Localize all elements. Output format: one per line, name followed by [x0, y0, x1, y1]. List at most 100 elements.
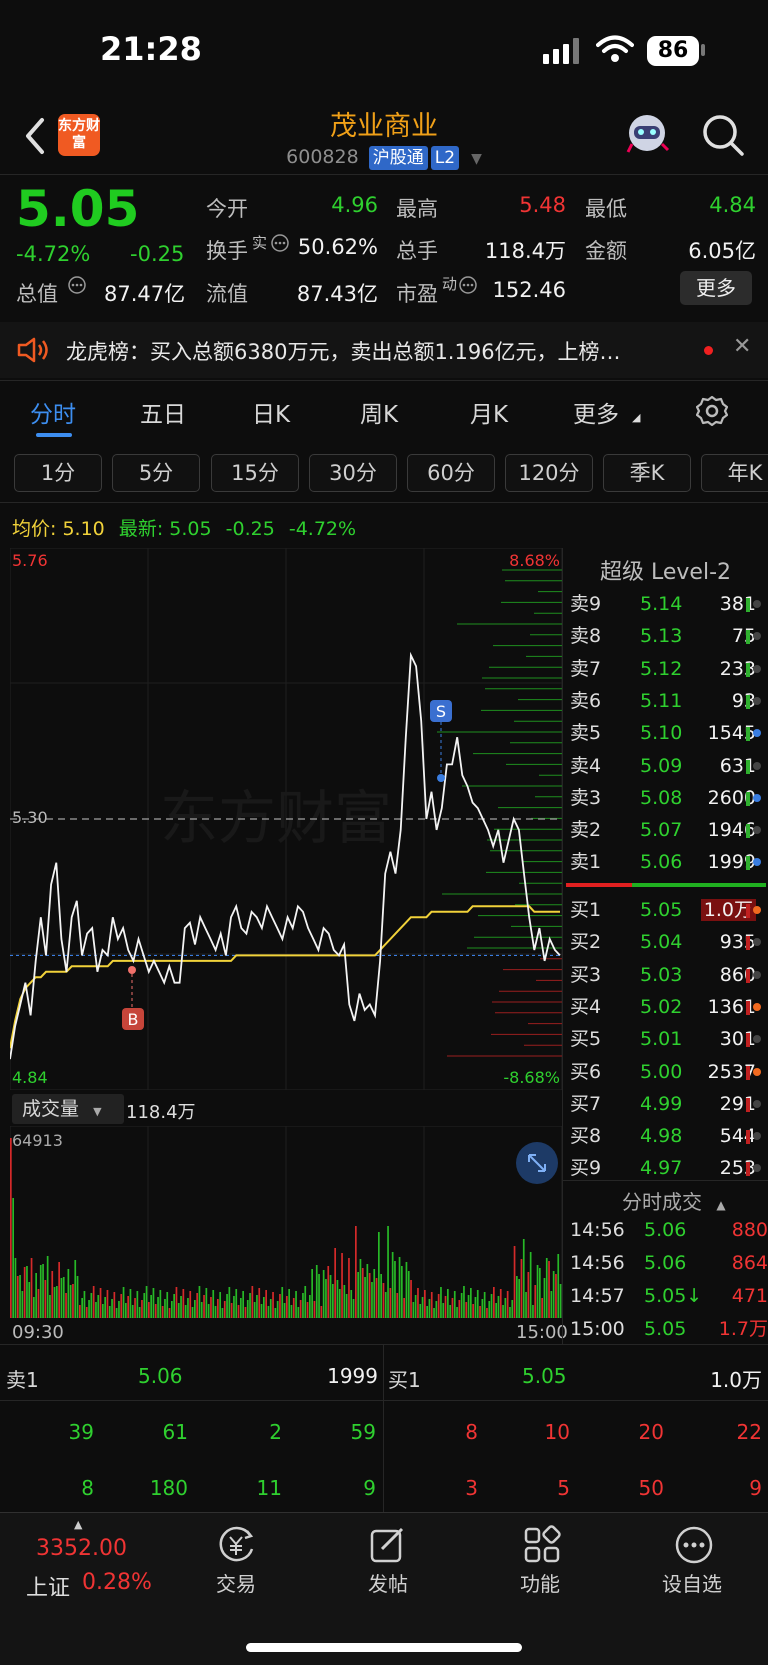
- volume-bar: [534, 1285, 537, 1318]
- volume-bar: [472, 1304, 474, 1318]
- volume-bar: [258, 1288, 261, 1318]
- volume-bar: [180, 1296, 182, 1318]
- robot-assistant-icon[interactable]: [624, 110, 670, 156]
- chip-1min[interactable]: 1分: [14, 454, 102, 492]
- tab-weekly-k[interactable]: 周K: [360, 395, 398, 429]
- volume-bar: [26, 1266, 28, 1318]
- expand-chart-button[interactable]: [516, 1142, 558, 1184]
- bid-status-dot: [753, 906, 761, 914]
- bid-row[interactable]: 买4 5.02 1361: [570, 991, 768, 1023]
- chips-divider: [0, 502, 768, 503]
- chip-60min[interactable]: 60分: [407, 454, 495, 492]
- ask-row[interactable]: 卖4 5.09 631: [570, 750, 768, 782]
- volume-dropdown[interactable]: 成交量 ▼: [12, 1094, 124, 1124]
- volume-bar: [281, 1287, 284, 1318]
- volume-bar: [145, 1286, 148, 1318]
- volume-bar: [214, 1306, 217, 1318]
- volume-bar: [460, 1293, 463, 1318]
- volume-bar: [380, 1274, 382, 1318]
- more-button[interactable]: 更多: [680, 271, 752, 305]
- bid-row[interactable]: 买8 4.98 544: [570, 1120, 768, 1152]
- volume-bar: [555, 1274, 557, 1318]
- bid-row[interactable]: 买3 5.03 860: [570, 959, 768, 991]
- nav-trade[interactable]: 交易: [181, 1568, 291, 1597]
- search-icon[interactable]: [700, 112, 746, 158]
- chip-year-k[interactable]: 年K: [701, 454, 768, 492]
- bid-row[interactable]: 买5 5.01 301: [570, 1023, 768, 1055]
- index-value[interactable]: 3352.00: [36, 1536, 127, 1561]
- tick-row: 14:57 5.05↓ 471: [570, 1280, 768, 1312]
- queue-bid-vol: 1.0万: [710, 1368, 762, 1392]
- volume-bar: [253, 1302, 256, 1318]
- ask-row[interactable]: 卖6 5.11 93: [570, 685, 768, 717]
- ask-row[interactable]: 卖3 5.08 2600: [570, 782, 768, 814]
- dragon-tiger-label: 龙虎榜：: [66, 340, 150, 364]
- info-dots-icon[interactable]: [68, 276, 86, 294]
- ask-status-dot: [753, 761, 761, 770]
- bid-row[interactable]: 买2 5.04 935: [570, 926, 768, 958]
- volume-bar: [299, 1300, 302, 1318]
- nav-functions[interactable]: 功能: [485, 1568, 595, 1597]
- volume-bar: [541, 1298, 543, 1318]
- ticks-title[interactable]: 分时成交 ▲: [622, 1186, 726, 1215]
- bid-volume: 544: [680, 1120, 756, 1152]
- ask-row[interactable]: 卖8 5.13 75: [570, 620, 768, 652]
- ask-price: 5.08: [640, 786, 683, 809]
- tab-daily-k[interactable]: 日K: [252, 395, 290, 429]
- nav-post[interactable]: 发帖: [333, 1568, 443, 1597]
- tab-monthly-k[interactable]: 月K: [470, 395, 508, 429]
- settings-gear-icon[interactable]: [696, 395, 728, 427]
- volume-bar: [159, 1290, 162, 1318]
- tab-five-day[interactable]: 五日: [140, 395, 186, 429]
- bid-row[interactable]: 买6 5.00 2537: [570, 1056, 768, 1088]
- info-dots-icon[interactable]: [459, 276, 477, 294]
- ask-row[interactable]: 卖5 5.10 1545: [570, 717, 768, 749]
- tab-intraday[interactable]: 分时: [30, 395, 76, 429]
- tick-row: 14:56 5.06 880: [570, 1214, 768, 1246]
- close-icon[interactable]: ✕: [733, 334, 751, 359]
- chip-15min[interactable]: 15分: [211, 454, 299, 492]
- bid-row[interactable]: 买7 4.99 291: [570, 1088, 768, 1120]
- dragon-tiger-banner[interactable]: 龙虎榜：买入总额6380万元，卖出总额1.196亿元，上榜… ✕: [0, 322, 768, 378]
- volume-bar: [451, 1298, 454, 1318]
- ask-row[interactable]: 卖2 5.07 1946: [570, 814, 768, 846]
- queue-ask-cell: 11: [256, 1476, 282, 1500]
- chip-30min[interactable]: 30分: [309, 454, 397, 492]
- volume-bar: [97, 1295, 100, 1318]
- volume-chart[interactable]: 64913: [10, 1126, 562, 1318]
- queue-bid-cell: 10: [544, 1420, 570, 1444]
- volume-bar: [267, 1306, 270, 1318]
- volume-bar: [348, 1258, 350, 1318]
- volume-bar: [182, 1289, 185, 1318]
- bid-label: 买4: [570, 995, 602, 1018]
- bid-volume: 1361: [680, 991, 756, 1023]
- ask-volume: 93: [731, 689, 756, 712]
- volume-bar: [525, 1292, 527, 1318]
- bid-price: 5.03: [640, 963, 683, 986]
- chip-120min[interactable]: 120分: [505, 454, 593, 492]
- volume-bar: [46, 1256, 49, 1318]
- intraday-price-chart[interactable]: 东方财富 B S 5.76 5.30 4.84 8.68% -8.68%: [10, 548, 562, 1090]
- cellular-signal-icon: [543, 38, 579, 64]
- bid-volume: 291: [680, 1088, 756, 1120]
- volume-bar: [272, 1292, 274, 1318]
- tick-volume: 471: [731, 1285, 768, 1307]
- latest-label: 最新:: [118, 518, 164, 540]
- ask-row[interactable]: 卖7 5.12 233: [570, 653, 768, 685]
- tab-more[interactable]: 更多: [573, 395, 619, 429]
- ask-volume-tick: [746, 694, 750, 709]
- functions-grid-icon: [524, 1525, 561, 1563]
- volume-bar: [419, 1304, 422, 1318]
- ask-row[interactable]: 卖9 5.14 381: [570, 588, 768, 620]
- bid-row[interactable]: 买1 5.05 1.0万: [570, 894, 768, 926]
- queue-ask-cell: 8: [81, 1476, 94, 1500]
- info-dots-icon[interactable]: [271, 234, 289, 252]
- volume-bar: [513, 1246, 516, 1318]
- chip-5min[interactable]: 5分: [112, 454, 200, 492]
- volume-bar: [212, 1290, 215, 1318]
- nav-add-watchlist[interactable]: 设自选: [637, 1568, 747, 1597]
- volume-bar: [49, 1295, 51, 1318]
- chip-quarter-k[interactable]: 季K: [603, 454, 691, 492]
- ask-row[interactable]: 卖1 5.06 1999: [570, 846, 768, 878]
- volume-bar: [506, 1291, 509, 1318]
